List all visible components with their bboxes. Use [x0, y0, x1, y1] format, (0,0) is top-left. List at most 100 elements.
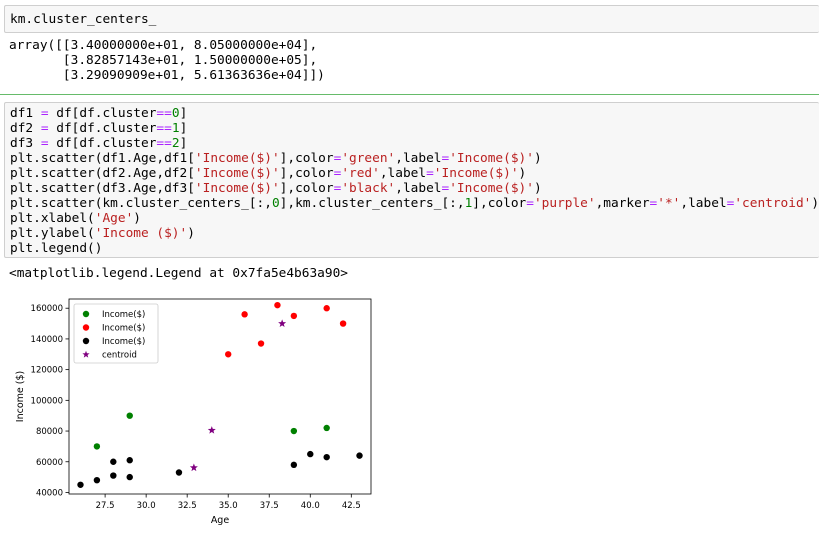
y-tick-label: 140000 [31, 335, 63, 345]
legend-marker [82, 337, 90, 345]
data-point [110, 472, 117, 479]
code-line: km.cluster_centers_ [10, 12, 157, 27]
data-point [77, 481, 84, 488]
legend-marker [82, 310, 90, 318]
code-token: 'black' [341, 181, 396, 196]
code-token: 2 [171, 136, 180, 151]
y-tick-label: 100000 [31, 396, 63, 406]
x-axis-label: Age [211, 515, 230, 526]
y-tick-label: 60000 [36, 458, 63, 468]
code-token: df[df.cluster [48, 106, 157, 121]
code-token: == [156, 136, 172, 151]
legend-label: Income($) [102, 337, 145, 347]
code-line: plt.scatter(df3.Age,df3[ 'Income($)' ],col… [10, 181, 542, 196]
code-token: 'Age' [94, 211, 134, 226]
data-point [274, 301, 281, 309]
y-tick-label: 160000 [31, 304, 63, 314]
code-token: = [40, 136, 49, 151]
output-line: [3.82857143e+01, 1.50000000e+05], [9, 53, 318, 68]
output-line: array([[3.40000000e+01, 8.05000000e+04], [9, 38, 318, 53]
code-token: plt.ylabel( [10, 226, 95, 241]
code-line: df3 = df[df.cluster==2] [10, 136, 187, 151]
legend-label: Income($) [102, 310, 145, 320]
data-point [339, 320, 347, 327]
code-token: = [40, 121, 49, 136]
code-token: 'green' [341, 151, 396, 166]
code-line: plt.ylabel('Income ($)') [10, 226, 195, 241]
code-token: df1 [10, 106, 41, 121]
y-tick-label: 80000 [36, 427, 63, 437]
code-token: = [526, 196, 534, 211]
data-point [290, 461, 298, 469]
x-tick-label: 35.0 [219, 501, 238, 511]
code-token: ] [179, 136, 188, 151]
code-token: ],color [279, 151, 334, 166]
code-token: ) [187, 226, 195, 241]
y-tick-label: 120000 [31, 366, 63, 376]
code-line: plt.scatter(df1.Age,df1['Income($)'],col… [10, 151, 542, 166]
code-token: == [156, 121, 172, 136]
scatter-chart: 27.5 30.0 32.5 35.0 37.5 40.0 42.5 40000 60000 80… [15, 298, 372, 526]
code-token: 'Income($)' [433, 166, 519, 181]
code-token: 1 [171, 121, 180, 136]
x-tick-label: 42.5 [342, 501, 361, 511]
code-token: plt.legend() [10, 241, 103, 256]
data-point [307, 450, 314, 458]
legend-repr-output: <matplotlib.legend.Legend at 0x7fa5e4b63… [9, 266, 348, 281]
data-point [126, 473, 133, 481]
code-token: df[df.cluster [48, 121, 157, 136]
code-token: 'Income($)' [449, 181, 534, 196]
code-token: ],color [279, 181, 334, 196]
code-token: df2 [10, 121, 41, 136]
code-token: 0 [171, 106, 180, 121]
data-point [93, 476, 101, 484]
y-tick-label: 40000 [36, 488, 63, 498]
code-token: plt.scatter(df1.Age,df1[ [10, 151, 195, 166]
code-token: ,marker [595, 196, 650, 211]
code-token: ) [133, 211, 141, 226]
code-token: 0 [271, 196, 280, 211]
legend-label: Income($) [102, 324, 145, 334]
data-point [290, 427, 298, 435]
x-tick-label: 32.5 [178, 501, 197, 511]
code-token: ) [533, 181, 542, 196]
data-point [356, 452, 363, 459]
code-token: plt.scatter(df3.Age,df3[ [10, 181, 195, 196]
data-point [126, 457, 133, 464]
code-token: ,label [395, 151, 442, 166]
data-point [93, 443, 101, 450]
output-line: [3.29090909e+01, 5.61363636e+04]]) [9, 68, 325, 83]
data-point [323, 305, 330, 312]
legend-marker [82, 324, 90, 331]
data-point [126, 412, 133, 419]
code-token: df3 [10, 136, 41, 151]
code-token: 'Income($)' [194, 166, 280, 181]
x-tick-label: 30.0 [137, 501, 156, 511]
code-token: ) [518, 166, 527, 181]
code-token: df[df.cluster [48, 136, 157, 151]
data-point [241, 311, 248, 318]
data-point [323, 424, 330, 432]
code-token: 'Income($)' [194, 151, 280, 166]
code-token: ,label [395, 181, 442, 196]
code-cell-input-2[interactable]: df1 = df[df.cluster==0] df2 = df[df.clust… [4, 102, 819, 258]
data-point [323, 453, 330, 461]
legend-label: centroid [102, 351, 137, 361]
code-token: plt.scatter(km.cluster_centers_[:, [10, 196, 272, 211]
data-point [225, 351, 232, 358]
code-line: df2 = df[df.cluster==1] [10, 121, 187, 136]
code-token: == [156, 106, 172, 121]
code-token: ,label [379, 166, 427, 181]
code-token: 'red' [341, 166, 380, 181]
code-cell-input-1[interactable]: km.cluster_centers_ [4, 5, 819, 33]
code-line: plt.legend() [10, 241, 102, 256]
code-token: 'Income ($)' [94, 226, 188, 241]
code-token: = [426, 166, 434, 181]
code-token: ) [533, 151, 542, 166]
code-token: plt.scatter(df2.Age,df2[ [10, 166, 195, 181]
code-token: = [40, 106, 49, 121]
code-token: ] [179, 121, 188, 136]
code-token: '*' [657, 196, 681, 211]
data-point [110, 458, 117, 465]
code-token: 'Income($)' [449, 151, 534, 166]
